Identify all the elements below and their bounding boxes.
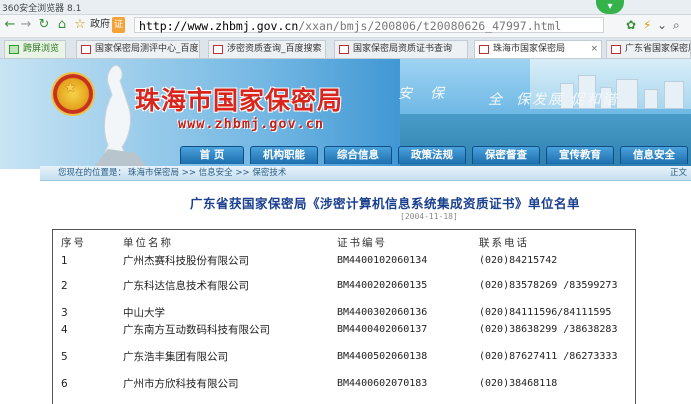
tab-favicon-icon bbox=[479, 45, 489, 54]
row-phone: (020)38638299 /38638283 bbox=[479, 324, 618, 335]
site-title: 珠海市国家保密局 bbox=[135, 86, 344, 115]
breadcrumb-sep: >> bbox=[179, 168, 199, 178]
row-phone: (020)84215742 bbox=[479, 255, 558, 266]
nav-inspection[interactable]: 保密督查 bbox=[472, 146, 540, 164]
main-nav: 首 页 机构职能 综合信息 政策法规 保密督查 宣传教育 信息安全 bbox=[180, 146, 691, 164]
browser-titlebar: 360安全浏览器 8.1 bbox=[0, 0, 691, 15]
row-no: 6 bbox=[61, 378, 68, 390]
row-no: 4 bbox=[61, 324, 68, 336]
table-row: 2 广东科达信息技术有限公司 BM4400202060135 (020)8357… bbox=[53, 278, 633, 294]
company-table: 序号 单位名称 证书编号 联系电话 1 广州杰赛科技股份有限公司 BM44001… bbox=[52, 229, 636, 404]
row-cert: BM4400302060136 bbox=[337, 307, 428, 318]
slogan-3: 全 bbox=[488, 92, 504, 108]
table-row: 1 广州杰赛科技股份有限公司 BM4400102060134 (020)8421… bbox=[53, 253, 633, 269]
tab-cross-screen[interactable]: 跨屏浏览 bbox=[4, 40, 66, 58]
security-zone[interactable]: 政府证 bbox=[90, 17, 134, 33]
slogan-4: 保发展 促和谐 bbox=[516, 92, 619, 108]
row-name: 广东科达信息技术有限公司 bbox=[123, 280, 249, 292]
breadcrumb-prefix: 您现在的位置是： bbox=[58, 168, 127, 178]
row-name: 广州杰赛科技股份有限公司 bbox=[123, 255, 249, 267]
zone-label: 政府 bbox=[90, 19, 110, 30]
tab-zhuhai-active[interactable]: 珠海市国家保密局 × bbox=[474, 40, 602, 58]
url-host: http://www.zhbmj.gov.cn bbox=[139, 19, 299, 33]
search-icon[interactable]: ⌕ bbox=[673, 18, 680, 33]
breadcrumb: 您现在的位置是： 珠海市保密局 >> 信息安全 >> 保密技术 正文 bbox=[40, 166, 691, 181]
national-emblem-icon: ★ bbox=[53, 74, 93, 114]
table-row: 5 广东浩丰集团有限公司 BM4400502060138 (020)876274… bbox=[53, 349, 633, 365]
settings-gear-icon[interactable]: ✿ bbox=[626, 18, 636, 32]
article-date: [2004-11-18] bbox=[400, 212, 458, 221]
table-row: 3 中山大学 BM4400302060136 (020)84111596/841… bbox=[53, 305, 633, 321]
zone-cert-badge: 证 bbox=[112, 17, 126, 33]
row-cert: BM4400202060135 bbox=[337, 280, 428, 291]
nav-organization[interactable]: 机构职能 bbox=[250, 146, 318, 164]
article-title: 广东省获国家保密局《涉密计算机信息系统集成资质证书》单位名单 bbox=[190, 196, 581, 211]
slogan-1: 安 bbox=[398, 86, 414, 102]
browser-toolbar: ← → ↻ ⌂ ☆ 政府证 http://www.zhbmj.gov.cn/xx… bbox=[0, 15, 691, 38]
breadcrumb-level1-link[interactable]: 信息安全 bbox=[199, 168, 233, 178]
nav-policy[interactable]: 政策法规 bbox=[398, 146, 466, 164]
url-path: /xxan/bmjs/200806/t20080626_47997.html bbox=[298, 19, 562, 33]
row-phone: (020)87627411 /86273333 bbox=[479, 351, 618, 362]
row-cert: BM4400602070183 bbox=[337, 378, 428, 389]
row-no: 2 bbox=[61, 280, 68, 292]
site-url: www.zhbmj.gov.cn bbox=[178, 116, 325, 132]
tab-baidu-1[interactable]: 国家保密局测评中心_百度 bbox=[76, 40, 200, 58]
tab-favicon-icon bbox=[339, 45, 349, 54]
nav-info-security[interactable]: 信息安全 bbox=[620, 146, 688, 164]
row-no: 3 bbox=[61, 307, 68, 319]
row-cert: BM4400102060134 bbox=[337, 255, 428, 266]
row-phone: (020)38468118 bbox=[479, 378, 558, 389]
breadcrumb-sep: >> bbox=[232, 168, 253, 178]
tab-favicon-icon bbox=[213, 45, 223, 54]
row-name: 广州市方欣科技有限公司 bbox=[123, 378, 239, 390]
tab-label: 珠海市国家保密局 bbox=[493, 44, 566, 54]
row-name: 广东南方互动数码科技有限公司 bbox=[123, 324, 270, 336]
slogan-2: 保 bbox=[430, 86, 446, 102]
table-row: 4 广东南方互动数码科技有限公司 BM4400402060137 (020)38… bbox=[53, 322, 633, 338]
forward-arrow-icon[interactable]: → bbox=[18, 17, 34, 33]
refresh-icon[interactable]: ↻ bbox=[36, 17, 52, 33]
table-header-row: 序号 单位名称 证书编号 联系电话 bbox=[53, 235, 633, 251]
tab-label: 涉密资质查询_百度搜索 bbox=[227, 44, 322, 54]
breadcrumb-right-link[interactable]: 正文 bbox=[670, 166, 687, 180]
header-no: 序号 bbox=[61, 237, 86, 249]
browser-title: 360安全浏览器 8.1 bbox=[2, 4, 82, 14]
tab-favicon-icon bbox=[9, 45, 19, 54]
tab-label: 跨屏浏览 bbox=[23, 44, 60, 54]
tab-close-icon[interactable]: × bbox=[590, 41, 598, 58]
nav-education[interactable]: 宣传教育 bbox=[546, 146, 614, 164]
tab-favicon-icon bbox=[611, 45, 621, 54]
header-name: 单位名称 bbox=[123, 237, 173, 249]
chevron-down-icon[interactable]: ⌄ bbox=[657, 18, 667, 32]
tab-bar: 跨屏浏览 国家保密局测评中心_百度 涉密资质查询_百度搜索 国家保密局资质证书查… bbox=[0, 38, 691, 59]
tab-label: 国家保密局资质证书查询 bbox=[353, 44, 453, 54]
row-cert: BM4400502060138 bbox=[337, 351, 428, 362]
lightning-icon[interactable]: ⚡ bbox=[643, 18, 651, 32]
breadcrumb-home-link[interactable]: 珠海市保密局 bbox=[128, 168, 179, 178]
header-phone: 联系电话 bbox=[479, 237, 529, 249]
tab-cert-query[interactable]: 国家保密局资质证书查询 bbox=[334, 40, 468, 58]
home-icon[interactable]: ⌂ bbox=[54, 17, 70, 33]
row-no: 5 bbox=[61, 351, 68, 363]
back-arrow-icon[interactable]: ← bbox=[2, 17, 18, 33]
favorite-star-icon[interactable]: ☆ bbox=[72, 17, 88, 33]
row-no: 1 bbox=[61, 255, 68, 267]
address-bar[interactable]: http://www.zhbmj.gov.cn/xxan/bmjs/200806… bbox=[134, 17, 604, 33]
tab-guangdong[interactable]: 广东省国家保密局网站 bbox=[606, 40, 691, 58]
row-name: 中山大学 bbox=[123, 307, 165, 319]
tab-baidu-2[interactable]: 涉密资质查询_百度搜索 bbox=[208, 40, 326, 58]
header-cert: 证书编号 bbox=[337, 237, 387, 249]
table-row: 6 广州市方欣科技有限公司 BM4400602070183 (020)38468… bbox=[53, 376, 633, 392]
tab-favicon-icon bbox=[81, 45, 91, 54]
row-cert: BM4400402060137 bbox=[337, 324, 428, 335]
row-phone: (020)84111596/84111595 bbox=[479, 307, 612, 318]
nav-general-info[interactable]: 综合信息 bbox=[324, 146, 392, 164]
row-name: 广东浩丰集团有限公司 bbox=[123, 351, 228, 363]
tab-label: 广东省国家保密局网站 bbox=[625, 44, 690, 54]
tab-label: 国家保密局测评中心_百度 bbox=[95, 44, 199, 54]
breadcrumb-level2-link[interactable]: 保密技术 bbox=[252, 168, 286, 178]
nav-home[interactable]: 首 页 bbox=[180, 146, 244, 164]
row-phone: (020)83578269 /83599273 bbox=[479, 280, 618, 291]
